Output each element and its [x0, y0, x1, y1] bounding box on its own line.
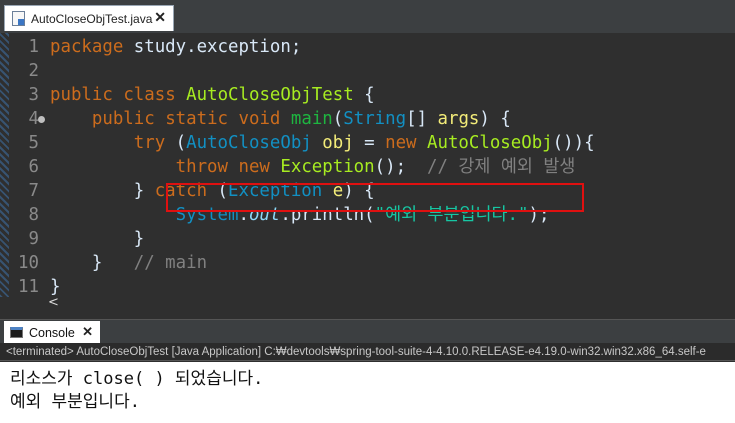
line-number: 8 [28, 205, 39, 225]
code-line[interactable]: 8 System.out.println("예외 부분입니다."); [0, 203, 735, 227]
tab-console[interactable]: Console ✕ [4, 321, 100, 344]
scroll-left-icon[interactable]: < [48, 296, 62, 310]
console-line: 예외 부분입니다. [10, 392, 140, 412]
line-number: 5 [28, 133, 39, 153]
code-text: } catch (Exception e) { [50, 181, 375, 201]
code-text: } [50, 229, 145, 249]
line-number: 11 [18, 277, 39, 297]
fold-toggle-icon[interactable] [38, 116, 45, 123]
close-icon[interactable]: ✕ [82, 324, 93, 340]
console-line: 리소스가 close( ) 되었습니다. [10, 369, 264, 389]
code-text: System.out.println("예외 부분입니다."); [175, 205, 550, 225]
line-number: 2 [28, 61, 39, 81]
console-status-line: <terminated> AutoCloseObjTest [Java Appl… [0, 343, 735, 361]
console-tab-bar: Console ✕ [0, 319, 735, 344]
console-tab-label: Console [29, 325, 75, 340]
code-line[interactable]: 4 public static void main(String[] args)… [0, 107, 735, 131]
line-number: 3 [28, 85, 39, 105]
editor-tab-autocloseobjtest[interactable]: AutoCloseObjTest.java ✕ [4, 5, 174, 31]
code-line[interactable]: 11} [0, 275, 735, 299]
console-icon [10, 327, 23, 338]
code-line[interactable]: 9 } [0, 227, 735, 251]
line-number: 10 [18, 253, 39, 273]
code-line[interactable]: 1 package study.exception; [0, 35, 735, 59]
code-text: throw new Exception(); // 강제 예외 발생 [175, 157, 576, 177]
console-output[interactable]: 리소스가 close( ) 되었습니다. 예외 부분입니다. [0, 362, 735, 423]
code-text: package study.exception; [50, 37, 302, 57]
line-number: 4 [28, 109, 39, 129]
line-number: 7 [28, 181, 39, 201]
line-number: 6 [28, 157, 39, 177]
code-line[interactable]: 7 } catch (Exception e) { [0, 179, 735, 203]
code-line[interactable]: 10 } // main [0, 251, 735, 275]
code-editor[interactable]: 1 package study.exception; 2 3 public class … [0, 33, 735, 310]
code-line[interactable]: 3 public class AutoCloseObjTest { [0, 83, 735, 107]
code-text: try (AutoCloseObj obj = new AutoCloseObj… [133, 133, 595, 153]
line-number: 9 [28, 229, 39, 249]
code-line[interactable]: 5 try (AutoCloseObj obj = new AutoCloseO… [0, 131, 735, 155]
java-file-icon [12, 11, 25, 26]
code-line[interactable]: 6 throw new Exception(); // 강제 예외 발생 [0, 155, 735, 179]
code-text: } // main [50, 253, 208, 273]
editor-tab-label: AutoCloseObjTest.java [31, 11, 153, 26]
code-area[interactable]: 1 package study.exception; 2 3 public class … [0, 35, 735, 299]
code-line[interactable]: 2 [0, 59, 735, 83]
code-text: public class AutoCloseObjTest { [50, 85, 375, 105]
code-text: public static void main(String[] args) { [91, 109, 511, 129]
close-icon[interactable]: ✕ [154, 9, 166, 26]
editor-tab-bar: AutoCloseObjTest.java ✕ [0, 0, 735, 34]
line-number: 1 [28, 37, 39, 57]
